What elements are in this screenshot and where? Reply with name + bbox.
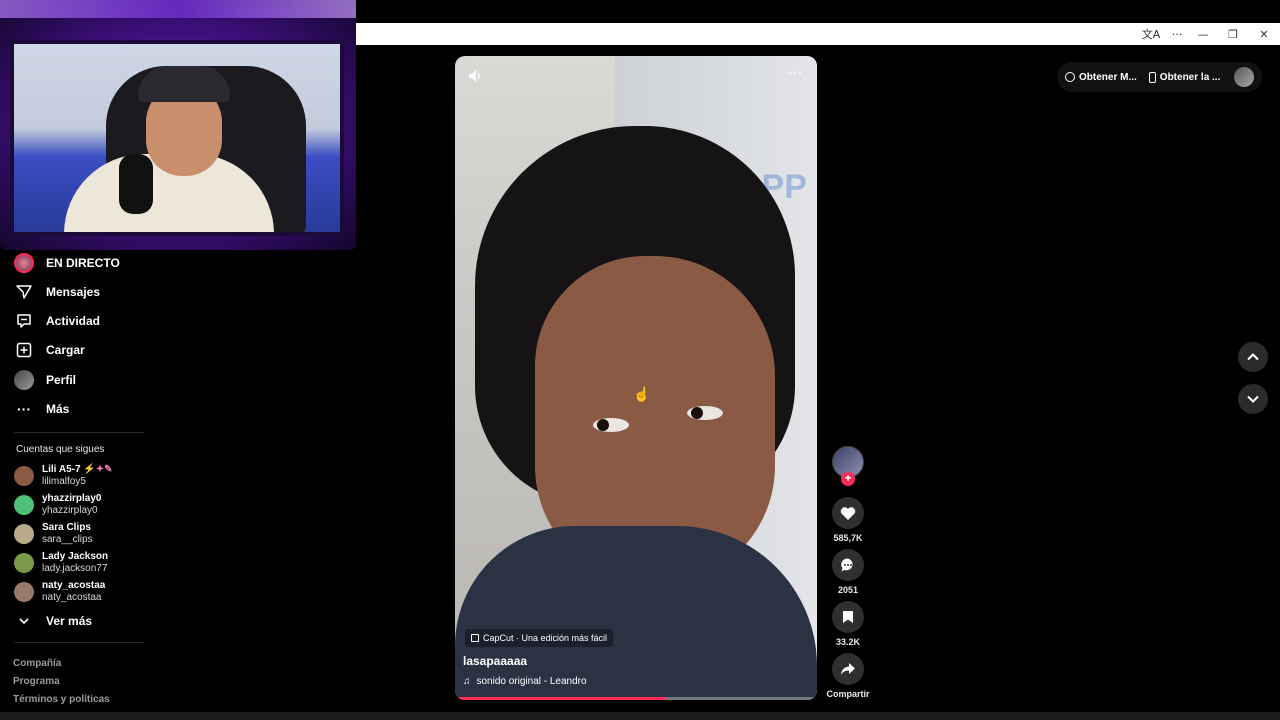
following-item[interactable]: naty_acostaa naty_acostaa — [14, 580, 105, 604]
following-handle: lilimalfoy5 — [42, 476, 86, 487]
comment-button[interactable] — [832, 549, 864, 581]
get-app-button[interactable]: Obtener la ... — [1148, 71, 1221, 83]
profile-avatar-icon — [14, 370, 34, 390]
get-app-label: Obtener la ... — [1159, 71, 1221, 83]
activity-icon — [14, 311, 34, 331]
footer-link-program[interactable]: Programa — [13, 676, 60, 687]
mouse-cursor-icon: ☝ — [633, 386, 651, 402]
following-name: Lady Jackson — [42, 551, 109, 562]
footer-link-company[interactable]: Compañía — [13, 658, 61, 669]
os-taskbar — [0, 712, 1280, 720]
avatar — [14, 553, 34, 573]
messages-icon — [14, 282, 34, 302]
following-section-title: Cuentas que sigues — [16, 444, 105, 455]
share-button[interactable] — [832, 653, 864, 685]
sidebar-item-label: Perfil — [46, 373, 77, 387]
video-progress-bar[interactable] — [455, 697, 817, 700]
get-coins-button[interactable]: Obtener M... — [1065, 72, 1137, 83]
video-player[interactable]: APP ··· CapCut · Una edición más fácil l… — [455, 56, 817, 700]
following-item[interactable]: Lady Jackson lady.jackson77 — [14, 551, 108, 575]
close-button[interactable]: ✕ — [1249, 23, 1279, 45]
sidebar-item-label: Actividad — [46, 314, 101, 328]
chevron-up-icon — [1247, 353, 1259, 361]
capcut-badge-text: CapCut · Una edición más fácil — [483, 633, 608, 643]
sidebar-item-profile[interactable]: Perfil — [14, 368, 76, 392]
footer-link-terms[interactable]: Términos y políticas — [13, 694, 110, 705]
capcut-badge[interactable]: CapCut · Una edición más fácil — [465, 629, 614, 647]
minimize-button[interactable]: — — [1188, 23, 1218, 45]
video-username[interactable]: lasapaaaaa — [463, 654, 527, 668]
previous-video-button[interactable] — [1238, 342, 1268, 372]
sidebar-divider — [14, 642, 144, 643]
following-handle: sara__clips — [42, 534, 93, 545]
like-count: 585,7K — [833, 533, 863, 543]
video-more-icon[interactable]: ··· — [785, 65, 805, 84]
streamer-webcam-overlay — [0, 0, 356, 250]
sound-label: sonido original - Leandro — [476, 676, 587, 687]
sidebar: EN DIRECTO Mensajes Actividad Cargar Per… — [0, 250, 150, 720]
like-button[interactable] — [832, 497, 864, 529]
video-sound[interactable]: ♫ sonido original - Leandro — [463, 676, 587, 687]
following-name: yhazzirplay0 — [42, 493, 102, 504]
sidebar-item-label: Más — [46, 402, 70, 416]
following-item[interactable]: Sara Clips sara__clips — [14, 522, 93, 546]
video-subject-eye — [687, 406, 723, 420]
video-progress-fill — [455, 697, 665, 700]
sidebar-item-more[interactable]: ··· Más — [14, 397, 69, 421]
avatar — [14, 524, 34, 544]
more-icon: ··· — [17, 401, 31, 417]
see-more-button[interactable]: Ver más — [14, 609, 92, 633]
following-name: naty_acostaa — [42, 580, 106, 591]
get-coins-label: Obtener M... — [1079, 71, 1137, 83]
following-handle: yhazzirplay0 — [42, 505, 98, 516]
chevron-down-icon — [14, 611, 34, 631]
see-more-label: Ver más — [46, 614, 93, 628]
following-item[interactable]: yhazzirplay0 yhazzirplay0 — [14, 493, 101, 517]
avatar — [14, 495, 34, 515]
live-avatar-icon — [14, 253, 34, 273]
upload-icon — [14, 340, 34, 360]
save-count: 33.2K — [835, 637, 861, 647]
sidebar-item-label: Mensajes — [46, 285, 101, 299]
share-label: Compartir — [826, 689, 870, 699]
microphone — [119, 154, 153, 214]
emoji-badges-icon: ⚡✦✎ — [83, 464, 113, 475]
heart-icon — [840, 506, 856, 520]
restore-button[interactable]: ❐ — [1218, 23, 1248, 45]
volume-icon[interactable] — [467, 68, 485, 86]
avatar — [14, 582, 34, 602]
sidebar-item-messages[interactable]: Mensajes — [14, 280, 100, 304]
sidebar-item-activity[interactable]: Actividad — [14, 309, 100, 333]
next-video-button[interactable] — [1238, 384, 1268, 414]
share-arrow-icon — [841, 663, 855, 675]
comment-count: 2051 — [837, 585, 859, 595]
follow-plus-icon[interactable]: + — [841, 472, 855, 486]
phone-icon — [1148, 71, 1156, 83]
sidebar-divider — [14, 432, 144, 433]
video-subject-eye — [593, 418, 629, 432]
avatar — [14, 466, 34, 486]
sidebar-item-label: Cargar — [46, 343, 85, 357]
sidebar-item-upload[interactable]: Cargar — [14, 338, 85, 362]
sidebar-item-label: EN DIRECTO — [46, 256, 120, 270]
streamer-cap — [138, 66, 230, 102]
sidebar-item-live[interactable]: EN DIRECTO — [14, 251, 120, 275]
user-avatar[interactable] — [1234, 67, 1254, 87]
webcam-frame-glow — [0, 0, 356, 18]
following-name: Lili A5-7 — [42, 464, 81, 475]
following-handle: naty_acostaa — [42, 592, 102, 603]
music-note-icon: ♫ — [463, 676, 471, 687]
capcut-icon — [471, 634, 479, 642]
save-button[interactable] — [832, 601, 864, 633]
following-item[interactable]: Lili A5-7 ⚡✦✎ lilimalfoy5 — [14, 464, 113, 488]
following-name: Sara Clips — [42, 522, 91, 533]
webcam-feed — [10, 40, 344, 236]
top-right-actions: Obtener M... Obtener la ... — [1057, 62, 1262, 92]
chevron-down-icon — [1247, 395, 1259, 403]
following-handle: lady.jackson77 — [42, 563, 108, 574]
coin-icon — [1065, 72, 1075, 82]
comment-icon — [841, 558, 853, 572]
bookmark-icon — [843, 611, 853, 623]
